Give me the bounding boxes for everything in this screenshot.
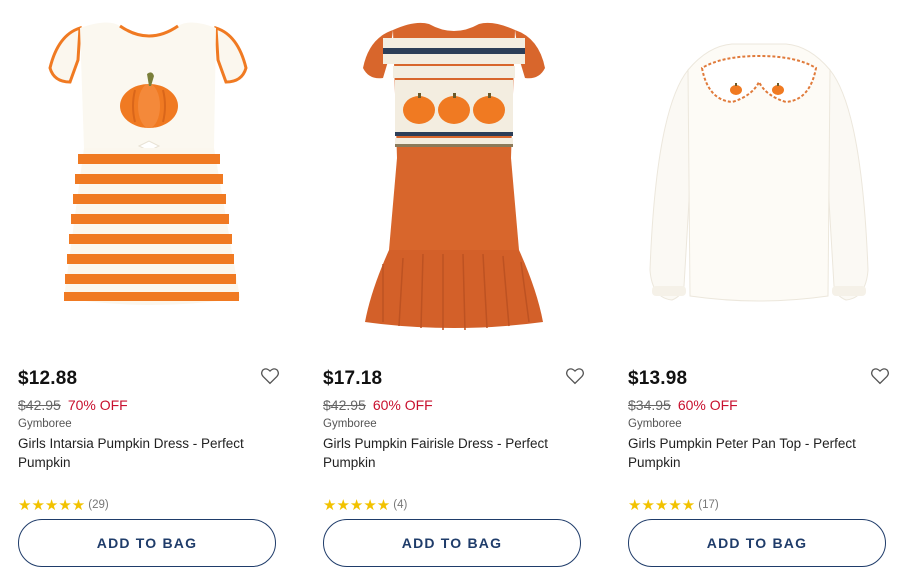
- wishlist-heart-icon[interactable]: [565, 367, 585, 385]
- product-name-link[interactable]: Girls Pumpkin Peter Pan Top - Perfect Pu…: [628, 434, 890, 472]
- product-image-pumpkin-dress[interactable]: [18, 0, 280, 340]
- discount-label: 70% OFF: [67, 397, 128, 413]
- white-peter-pan-top-image: [649, 43, 869, 302]
- product-image-peter-pan-top[interactable]: [628, 0, 890, 340]
- product-card: $13.98 $34.95 60% OFF Gymboree Girls Pump…: [628, 0, 890, 573]
- sale-price: $17.18: [323, 368, 383, 389]
- price-comparison: $42.95 70% OFF: [18, 397, 128, 413]
- wishlist-heart-icon[interactable]: [870, 367, 890, 385]
- star-rating-icon: ★★★★★: [628, 497, 696, 514]
- rating[interactable]: ★★★★★ (29): [18, 496, 109, 514]
- price-comparison: $42.95 60% OFF: [323, 397, 433, 413]
- add-to-bag-button[interactable]: ADD TO BAG: [628, 519, 886, 567]
- star-rating-icon: ★★★★★: [323, 497, 391, 514]
- product-name-link[interactable]: Girls Intarsia Pumpkin Dress - Perfect P…: [18, 434, 280, 472]
- product-image-fairisle-dress[interactable]: [323, 0, 585, 340]
- product-name-link[interactable]: Girls Pumpkin Fairisle Dress - Perfect P…: [323, 434, 585, 472]
- review-count: (4): [393, 499, 408, 511]
- add-to-bag-button[interactable]: ADD TO BAG: [18, 519, 276, 567]
- original-price: $42.95: [323, 397, 366, 413]
- striped-pumpkin-dress-image: [48, 22, 248, 305]
- sale-price: $12.88: [18, 368, 78, 389]
- review-count: (29): [88, 499, 109, 511]
- discount-label: 60% OFF: [677, 397, 738, 413]
- sale-price: $13.98: [628, 368, 688, 389]
- wishlist-heart-icon[interactable]: [260, 367, 280, 385]
- brand-name: Gymboree: [628, 418, 682, 430]
- original-price: $42.95: [18, 397, 61, 413]
- rating[interactable]: ★★★★★ (4): [323, 496, 407, 514]
- brand-name: Gymboree: [18, 418, 72, 430]
- orange-fairisle-dress-image: [363, 22, 545, 331]
- product-card: $12.88 $42.95 70% OFF Gymboree Girls Inta…: [18, 0, 280, 573]
- review-count: (17): [698, 499, 719, 511]
- price-comparison: $34.95 60% OFF: [628, 397, 738, 413]
- add-to-bag-button[interactable]: ADD TO BAG: [323, 519, 581, 567]
- star-rating-icon: ★★★★★: [18, 497, 86, 514]
- brand-name: Gymboree: [323, 418, 377, 430]
- rating[interactable]: ★★★★★ (17): [628, 496, 719, 514]
- product-card: $17.18 $42.95 60% OFF Gymboree Girls Pump…: [323, 0, 585, 573]
- original-price: $34.95: [628, 397, 671, 413]
- discount-label: 60% OFF: [372, 397, 433, 413]
